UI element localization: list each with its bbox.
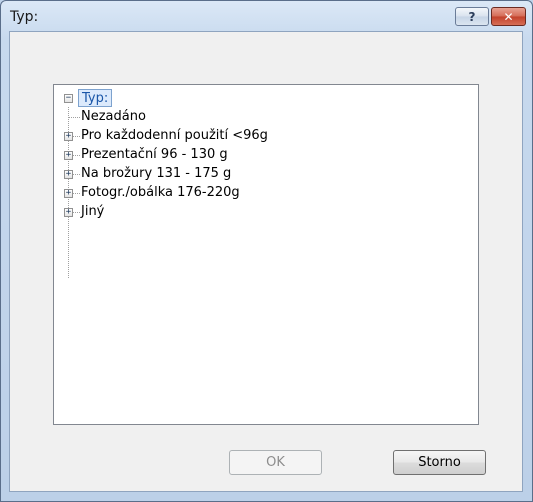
expand-icon[interactable]: + xyxy=(64,208,73,217)
expand-icon[interactable]: + xyxy=(64,151,73,160)
title-bar[interactable]: Typ: ? ✕ xyxy=(1,1,532,31)
tree-connector xyxy=(73,193,80,194)
tree-root-label: Typ: xyxy=(82,91,109,106)
plus-icon: + xyxy=(65,207,72,217)
ok-button[interactable]: OK xyxy=(229,450,322,475)
tree-item-label: Fotogr./obálka 176-220g xyxy=(81,185,240,200)
dialog-client-area: − Typ: Nezadáno + Pro každodenní použití… xyxy=(9,31,523,492)
tree-connector xyxy=(73,155,80,156)
tree-root-typ[interactable]: Typ: xyxy=(78,89,113,107)
expand-icon[interactable]: + xyxy=(64,132,73,141)
storno-button[interactable]: Storno xyxy=(393,450,486,475)
window-title: Typ: xyxy=(10,9,39,25)
close-icon: ✕ xyxy=(503,9,514,24)
expand-icon[interactable]: + xyxy=(64,189,73,198)
ok-button-label: OK xyxy=(266,455,285,470)
tree-connector xyxy=(69,117,80,118)
collapse-root-icon[interactable]: − xyxy=(64,94,73,103)
expand-icon[interactable]: + xyxy=(64,170,73,179)
dialog-window: Typ: ? ✕ − Typ: Nezadáno + Pro každodenn… xyxy=(0,0,533,502)
minus-icon: − xyxy=(65,93,72,103)
tree-item-label: Pro každodenní použití <96g xyxy=(81,128,268,143)
storno-button-label: Storno xyxy=(418,455,461,470)
tree-item-label: Na brožury 131 - 175 g xyxy=(81,166,232,181)
tree-connector xyxy=(73,174,80,175)
tree-connector xyxy=(73,212,80,213)
plus-icon: + xyxy=(65,169,72,179)
tree-item-label: Jiný xyxy=(81,204,105,219)
tree-item-label: Nezadáno xyxy=(81,109,146,124)
plus-icon: + xyxy=(65,188,72,198)
plus-icon: + xyxy=(65,150,72,160)
plus-icon: + xyxy=(65,131,72,141)
help-button[interactable]: ? xyxy=(455,7,489,26)
help-icon: ? xyxy=(468,9,476,24)
type-tree-view[interactable]: − Typ: Nezadáno + Pro každodenní použití… xyxy=(53,84,479,425)
close-button[interactable]: ✕ xyxy=(491,7,526,26)
tree-item-label: Prezentační 96 - 130 g xyxy=(81,147,228,162)
tree-connector xyxy=(73,136,80,137)
